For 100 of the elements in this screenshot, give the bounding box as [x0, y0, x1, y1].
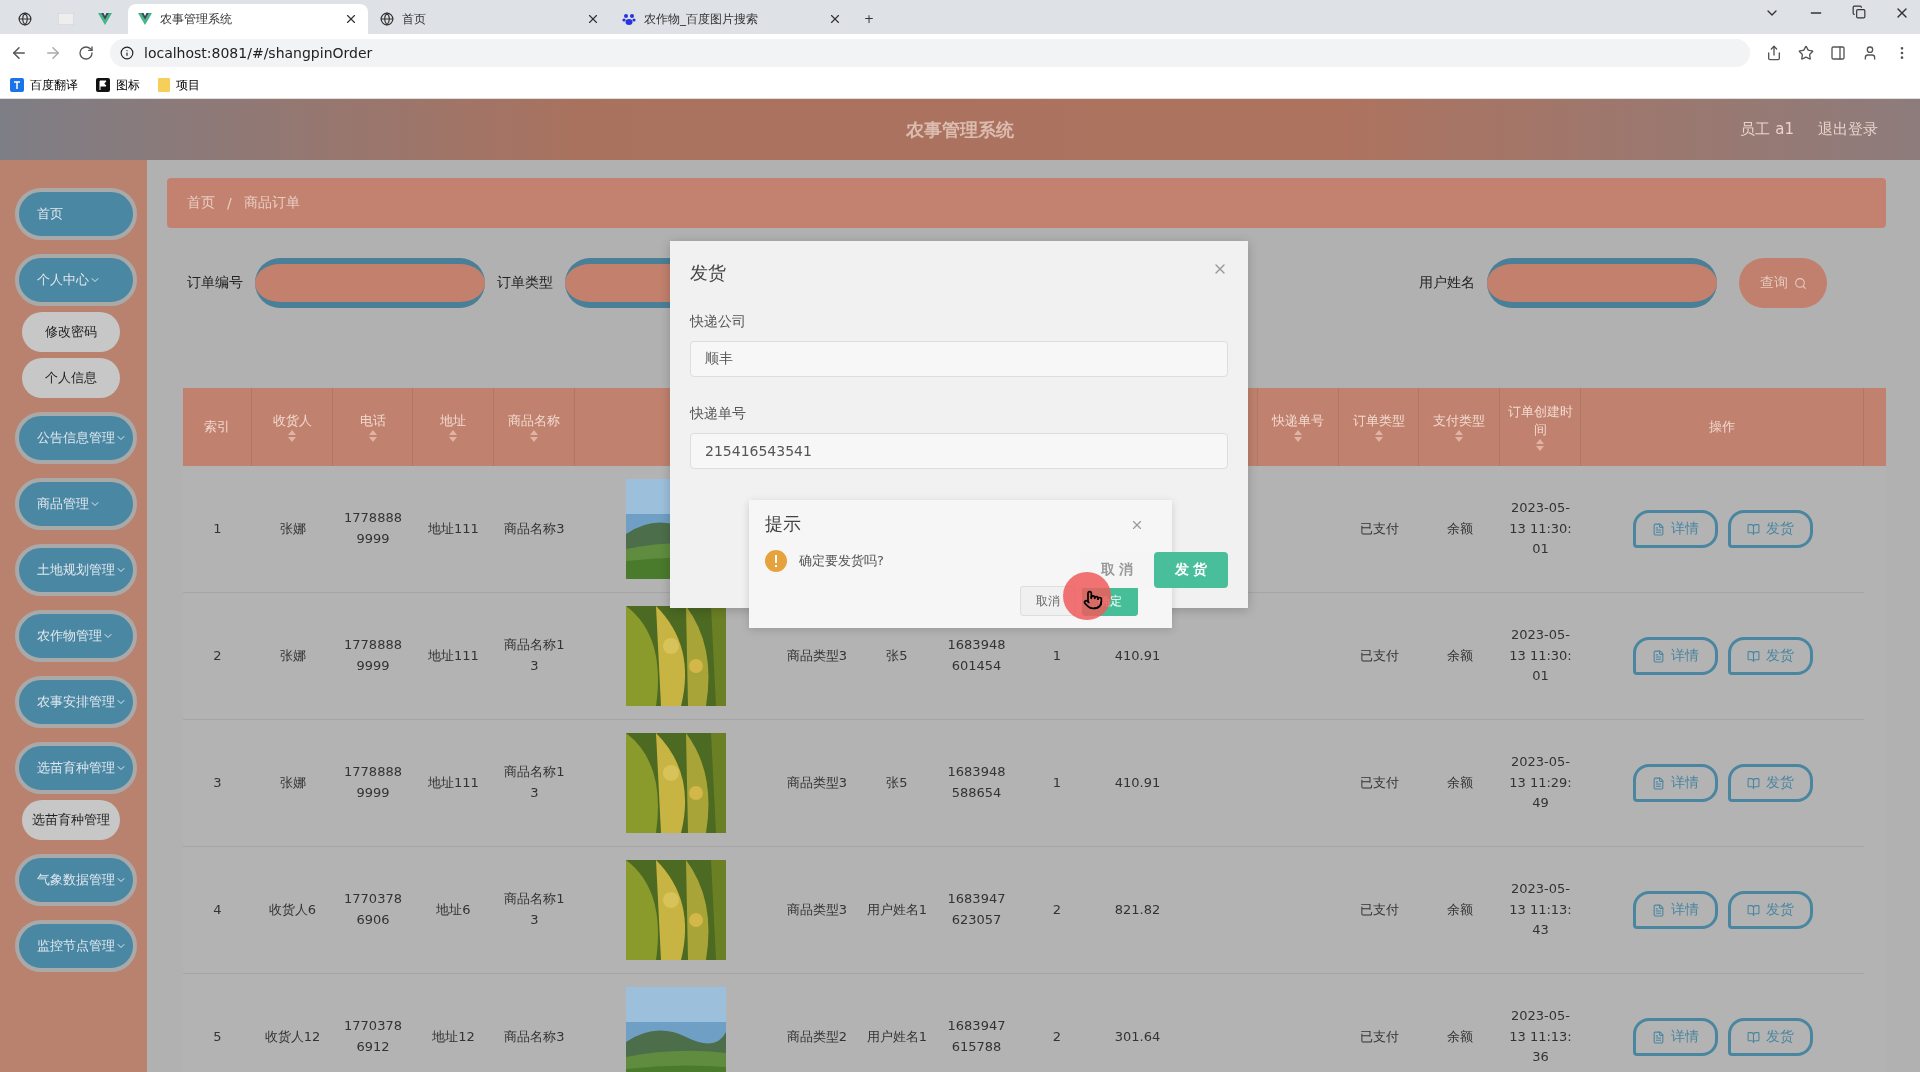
- submenu-item[interactable]: 选苗育种管理: [22, 800, 120, 840]
- sidebar-item[interactable]: 土地规划管理: [15, 544, 137, 596]
- table-cell-text: 张娜: [279, 773, 306, 792]
- close-icon[interactable]: [828, 12, 842, 26]
- table-cell-text: 张娜: [279, 646, 306, 665]
- table-cell-text: 2: [1052, 900, 1062, 919]
- details-button[interactable]: 详情: [1632, 637, 1718, 675]
- table-cell-text: 1683948588654: [946, 763, 1007, 802]
- bookmark-star-icon[interactable]: [1798, 45, 1814, 61]
- document-icon: [1651, 903, 1665, 917]
- header-label: 订单创建时间: [1506, 403, 1574, 439]
- header-label: 支付类型: [1433, 412, 1485, 430]
- input-field[interactable]: 215416543541: [690, 433, 1228, 469]
- table-cell-text: 余额: [1446, 773, 1473, 792]
- table-cell-text: 地址111: [428, 773, 479, 792]
- globe-icon: [18, 12, 32, 26]
- field-label: 用户姓名: [1419, 274, 1475, 292]
- globe-icon: [380, 12, 394, 26]
- book-icon: [1746, 1030, 1760, 1044]
- table-cell-text: 2: [1052, 1027, 1062, 1046]
- table-cell-text: 张5: [886, 773, 908, 792]
- sidebar-item[interactable]: 商品管理: [15, 478, 137, 530]
- v-logo-icon: [138, 13, 152, 25]
- table-cell-text: 2023-05-13 11:13:43: [1508, 879, 1573, 940]
- table-cell-text: 收货人12: [264, 1027, 321, 1046]
- sidebar-item[interactable]: 公告信息管理: [15, 412, 137, 464]
- table-cell-text: 地址6: [436, 900, 471, 919]
- table-cell-text: 17703786912: [343, 1017, 403, 1056]
- logout-link[interactable]: 退出登录: [1818, 120, 1878, 139]
- bookmark[interactable]: 项目: [158, 76, 200, 94]
- table-cell-text: 地址111: [428, 519, 479, 538]
- sort-icon: [368, 430, 377, 442]
- table-cell-text: 2023-05-13 11:13:36: [1508, 1006, 1573, 1067]
- sidebar-item[interactable]: 个人中心: [15, 254, 137, 306]
- table-cell-text: 已支付: [1359, 519, 1399, 538]
- document-icon: [1651, 649, 1665, 663]
- table-cell-text: 2: [213, 646, 222, 665]
- flag-icon: [96, 78, 110, 92]
- profile-icon[interactable]: [1862, 45, 1878, 61]
- ship-button[interactable]: 发货: [1727, 510, 1813, 548]
- book-icon: [1746, 649, 1760, 663]
- bookmark[interactable]: 图标: [96, 76, 140, 94]
- sidebar-item[interactable]: 监控节点管理: [15, 920, 137, 972]
- submenu-item[interactable]: 个人信息: [22, 358, 120, 398]
- table-cell-text: 地址12: [432, 1027, 475, 1046]
- close-icon[interactable]: [586, 12, 600, 26]
- back-icon[interactable]: [10, 44, 28, 62]
- breadcrumb-item[interactable]: 首页: [187, 194, 215, 212]
- header-label: 收货人: [272, 412, 312, 430]
- warning-icon: [765, 550, 787, 572]
- close-icon[interactable]: [344, 12, 358, 26]
- header-label: 商品名称: [508, 412, 560, 430]
- table-cell-text: 已支付: [1359, 1027, 1399, 1046]
- sidebar-item[interactable]: 农作物管理: [15, 610, 137, 662]
- table-cell-text: 商品类型3: [786, 646, 848, 665]
- ship-button[interactable]: 发货: [1727, 764, 1813, 802]
- header-label: 快递单号: [1272, 412, 1324, 430]
- share-icon[interactable]: [1766, 45, 1782, 61]
- app-title: 农事管理系统: [906, 117, 1014, 142]
- search-field[interactable]: [1487, 258, 1717, 308]
- sidebar-item[interactable]: 农事安排管理: [15, 676, 137, 728]
- side-panel-icon[interactable]: [1830, 45, 1846, 61]
- confirm-button[interactable]: 发 货: [1154, 552, 1228, 588]
- sidebar-item[interactable]: 选苗育种管理: [15, 742, 137, 794]
- book-icon: [1746, 522, 1760, 536]
- sidebar-item[interactable]: 首页: [15, 188, 137, 240]
- table-cell-text: 1: [1052, 646, 1062, 665]
- reload-icon[interactable]: [78, 45, 94, 61]
- restore-icon[interactable]: [1852, 5, 1866, 19]
- header-label: 地址: [440, 412, 466, 430]
- folder-icon: [158, 78, 170, 92]
- table-cell-text: 商品类型2: [786, 1027, 848, 1046]
- v-logo-icon: [98, 13, 112, 25]
- table-cell-text: 17703786906: [343, 890, 403, 929]
- ship-button[interactable]: 发货: [1727, 1018, 1813, 1056]
- search-field[interactable]: [255, 258, 485, 308]
- new-tab-button[interactable]: +: [854, 4, 884, 34]
- header-label: 操作: [1709, 418, 1735, 436]
- bookmark[interactable]: 百度翻译: [10, 76, 78, 94]
- browser-tab[interactable]: 农事管理系统: [128, 4, 368, 34]
- browser-tab[interactable]: 首页: [370, 4, 610, 34]
- details-button[interactable]: 详情: [1632, 764, 1718, 802]
- details-button[interactable]: 详情: [1632, 510, 1718, 548]
- details-button[interactable]: 详情: [1632, 891, 1718, 929]
- submenu-item[interactable]: 修改密码: [22, 312, 120, 352]
- details-button[interactable]: 详情: [1632, 1018, 1718, 1056]
- table-cell-text: 1: [1052, 773, 1062, 792]
- ship-button[interactable]: 发货: [1727, 891, 1813, 929]
- table-cell-text: 余额: [1446, 1027, 1473, 1046]
- breadcrumb-item[interactable]: 商品订单: [243, 194, 300, 212]
- book-icon: [1746, 776, 1760, 790]
- address-bar[interactable]: localhost:8081/#/shangpinOrder: [110, 39, 1750, 67]
- paw-icon: [622, 12, 636, 26]
- search-button[interactable]: 查询: [1739, 258, 1827, 308]
- input-field[interactable]: 顺丰: [690, 341, 1228, 377]
- sidebar-item[interactable]: 气象数据管理: [15, 854, 137, 906]
- table-cell-text: 2023-05-13 11:29:49: [1508, 752, 1573, 813]
- table-cell-text: 17788889999: [343, 509, 403, 548]
- browser-tab[interactable]: 农作物_百度图片搜索: [612, 4, 852, 34]
- ship-button[interactable]: 发货: [1727, 637, 1813, 675]
